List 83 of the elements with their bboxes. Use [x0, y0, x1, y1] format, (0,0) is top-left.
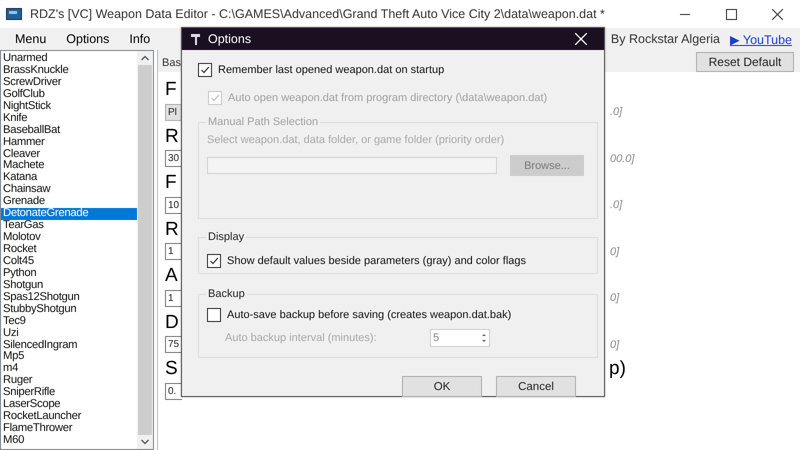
credit-text: By Rockstar Algeria	[610, 32, 720, 46]
dialog-button[interactable]: OK	[402, 376, 482, 397]
default-value-hint: .0]	[610, 199, 622, 211]
default-value-hint: 0]	[610, 338, 620, 350]
weapon-list-item[interactable]: SilencedIngram	[1, 340, 137, 352]
weapon-list-item[interactable]: Katana	[1, 172, 137, 184]
path-hint: Select weapon.dat, data folder, or game folder (priority order)	[207, 134, 506, 146]
value-field[interactable]: 75	[165, 336, 182, 353]
weapon-list-item[interactable]: Mp5	[1, 351, 137, 364]
weapon-list-item[interactable]: m4	[1, 363, 137, 376]
parameter-heading: S	[165, 357, 179, 381]
app-icon	[6, 8, 22, 20]
value-field[interactable]: 0.	[165, 382, 182, 400]
weapon-list-item[interactable]: Unarmed	[1, 53, 137, 65]
weapon-list-item[interactable]: Cleaver	[1, 148, 137, 160]
menu-item[interactable]: Options	[59, 32, 116, 46]
scrollbar[interactable]	[137, 51, 153, 449]
weapon-list-item[interactable]: Ruger	[1, 375, 137, 388]
value-field[interactable]: 30	[165, 150, 182, 167]
checkbox-label: Auto open weapon.dat from program directory (\data\weapon.dat)	[228, 92, 548, 104]
youtube-link[interactable]: ▶ YouTube	[730, 32, 792, 46]
weapon-list-item[interactable]: DetonateGrenade	[1, 208, 137, 220]
maximize-icon	[726, 8, 736, 20]
weapon-list-item[interactable]: Knife	[1, 112, 137, 125]
dialog-button[interactable]: Cancel	[496, 376, 576, 397]
weapon-list-item[interactable]: Hammer	[1, 136, 137, 148]
value-field[interactable]: 1	[165, 290, 182, 306]
checkbox[interactable]	[207, 254, 221, 268]
weapon-list-item[interactable]: SniperRifle	[1, 387, 137, 400]
checkbox[interactable]	[198, 63, 212, 77]
default-value-hint: 0]	[610, 246, 620, 258]
parameter-heading: A	[165, 264, 179, 288]
weapon-list-item[interactable]: ScrewDriver	[1, 76, 137, 89]
checkbox-label: Show default values beside parameters (gray) and color flags	[227, 255, 526, 267]
weapon-list-item[interactable]: GolfClub	[1, 88, 137, 101]
weapon-list-item[interactable]: Rocket	[1, 244, 137, 256]
group-title: Backup	[206, 288, 247, 300]
weapon-list-item[interactable]: Uzi	[1, 328, 137, 340]
default-value-hint: .0]	[610, 106, 622, 118]
weapon-list-item[interactable]: Colt45	[1, 256, 137, 268]
menu-item[interactable]: Menu	[8, 32, 54, 46]
reset-default-button[interactable]: Reset Default	[696, 52, 794, 72]
weapon-list-item[interactable]: M60	[1, 435, 137, 447]
dropdown[interactable]: Pl	[165, 104, 182, 120]
checkmark-icon	[210, 93, 220, 103]
group-title: Manual Path Selection	[206, 116, 320, 128]
parameter-heading: F	[165, 171, 178, 195]
weapon-list-item[interactable]: Chainsaw	[1, 184, 137, 196]
weapon-list-item[interactable]: Tec9	[1, 316, 137, 328]
checkmark-icon	[209, 256, 219, 266]
menu-item[interactable]: Info	[122, 32, 158, 46]
value-field[interactable]: 1	[165, 243, 182, 260]
parameter-heading: F	[165, 78, 178, 102]
close-icon	[575, 33, 587, 45]
weapon-list-item[interactable]: Machete	[1, 160, 137, 172]
weapon-list-item[interactable]: FlameThrower	[1, 423, 137, 435]
interval-label: Auto backup interval (minutes):	[225, 332, 378, 344]
default-value-hint: 0]	[610, 292, 620, 304]
parameter-heading: R	[165, 124, 180, 148]
weapon-list-item[interactable]: BaseballBat	[1, 124, 137, 137]
weapon-list-item[interactable]: LaserScope	[1, 399, 137, 412]
parameter-heading: D	[165, 310, 180, 334]
weapon-list-item[interactable]: Shotgun	[1, 280, 137, 292]
weapon-list-item[interactable]: Python	[1, 268, 137, 280]
dialog-title: Options	[208, 32, 252, 46]
parameter-heading: R	[165, 218, 180, 242]
checkmark-icon	[200, 65, 210, 75]
weapon-list-item[interactable]: Spas12Shotgun	[1, 292, 137, 304]
close-icon	[772, 8, 782, 20]
weapon-list-item[interactable]: Grenade	[1, 196, 137, 208]
weapon-list-item[interactable]: Molotov	[1, 232, 137, 244]
checkbox-label: Auto-save backup before saving (creates weapon.dat.bak)	[227, 309, 512, 321]
parameter-heading: p)	[609, 357, 626, 381]
weapon-list-item[interactable]: TearGas	[1, 220, 137, 232]
checkbox-label: Remember last opened weapon.dat on startup	[218, 64, 444, 76]
weapon-list-item[interactable]: NightStick	[1, 100, 137, 113]
group-title: Display	[206, 231, 246, 243]
default-value-hint: 00.0]	[610, 152, 634, 164]
value-field[interactable]: 10	[165, 196, 182, 214]
weapon-list-item[interactable]: StubbyShotgun	[1, 304, 137, 316]
weapon-list-item[interactable]: BrassKnuckle	[1, 64, 137, 77]
weapon-list-item[interactable]: RocketLauncher	[1, 411, 137, 424]
window-title: RDZ's [VC] Weapon Data Editor - C:\GAMES\Advanced\Grand Theft Auto Vice City 2\data\weapon.dat *	[30, 7, 606, 21]
